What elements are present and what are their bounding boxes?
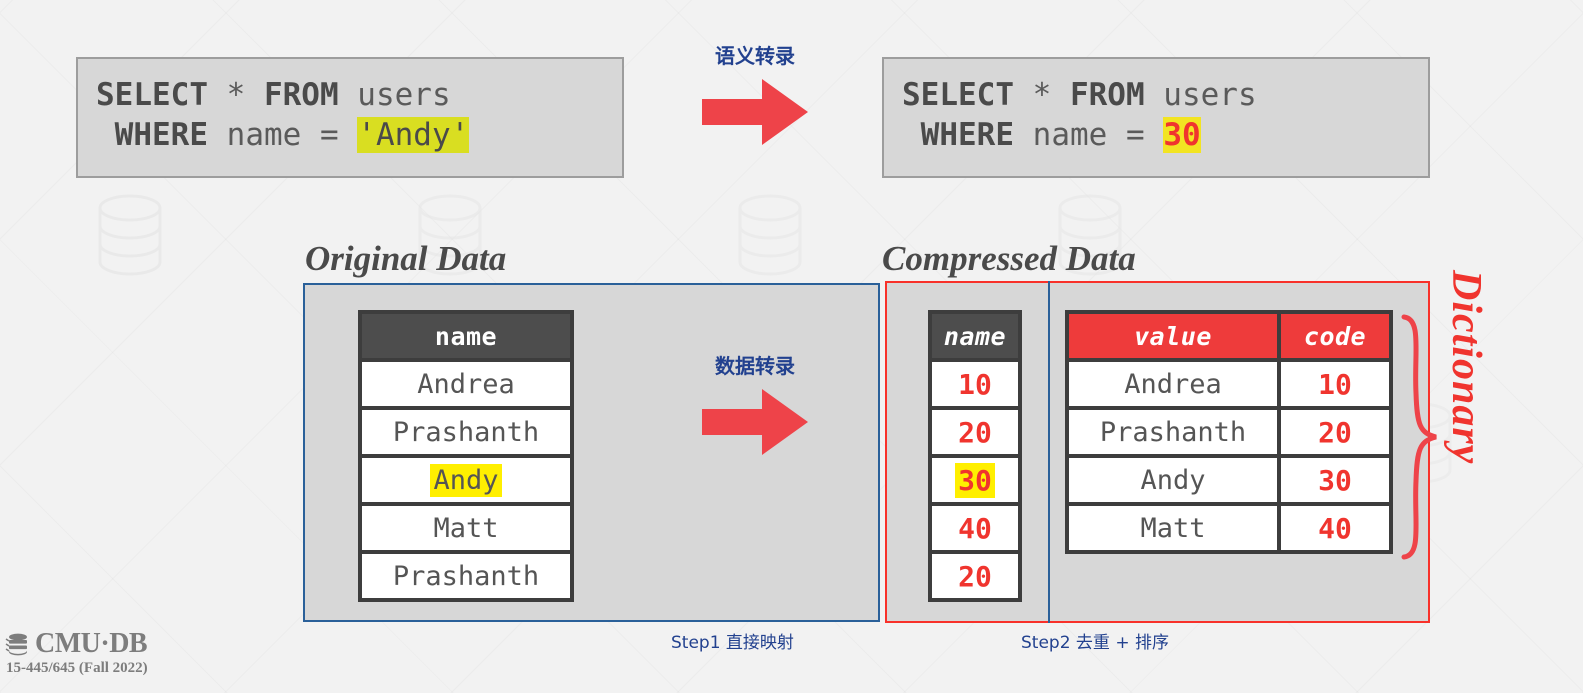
logo-wordmark: CMU·DB — [35, 628, 148, 659]
sql-keyword-select: SELECT — [96, 77, 208, 113]
cell-name-highlighted: Andy — [358, 454, 574, 506]
cell-code: 10 — [1277, 358, 1393, 410]
table-row: 20 — [928, 550, 1022, 602]
table-header-row: name — [928, 310, 1022, 362]
sql-indent — [96, 117, 115, 153]
compressed-codes-table: name 10 20 30 40 20 — [928, 310, 1022, 602]
cell-code-highlighted: 30 — [928, 454, 1022, 506]
semantic-transcription-arrow-group: 语义转录 — [700, 40, 810, 147]
right-arrow-icon — [700, 77, 810, 147]
cell-code: 10 — [928, 358, 1022, 410]
dictionary-table: value code Andrea 10 Prashanth 20 Andy 3… — [1065, 310, 1393, 554]
table-row: 20 — [928, 406, 1022, 458]
sql-keyword-select: SELECT — [902, 77, 1014, 113]
highlighted-value: Andy — [430, 463, 502, 497]
table-row: 10 — [928, 358, 1022, 410]
column-header-code: code — [1277, 310, 1393, 362]
cell-code: 20 — [928, 550, 1022, 602]
table-row: Matt — [358, 502, 574, 554]
column-header-name: name — [358, 310, 574, 362]
table-row: Prashanth — [358, 550, 574, 602]
sql-keyword-from: FROM — [1069, 77, 1145, 113]
cell-code: 20 — [1277, 406, 1393, 458]
table-row: Andy — [358, 454, 574, 506]
highlighted-value: 30 — [955, 462, 995, 498]
table-row: Andrea 10 — [1065, 358, 1393, 410]
compressed-data-title: Compressed Data — [882, 239, 1136, 278]
table-row: Matt 40 — [1065, 502, 1393, 554]
table-row: Andy 30 — [1065, 454, 1393, 506]
dictionary-brace-icon — [1396, 313, 1440, 561]
cell-value: Matt — [1065, 502, 1281, 554]
sql-star: * — [1013, 77, 1070, 113]
data-transcription-arrow-group: 数据转录 — [700, 350, 810, 457]
sql-keyword-from: FROM — [263, 77, 339, 113]
table-row: Prashanth 20 — [1065, 406, 1393, 458]
cell-code: 30 — [1277, 454, 1393, 506]
sql-star: * — [207, 77, 264, 113]
slide-canvas: SELECT * FROM users WHERE name = 'Andy' … — [0, 0, 1583, 693]
column-header-value: value — [1065, 310, 1281, 362]
sql-keyword-where: WHERE — [114, 117, 208, 153]
watermark-database-icon — [90, 192, 170, 278]
cell-code: 20 — [928, 406, 1022, 458]
right-arrow-icon — [700, 387, 810, 457]
cell-code: 40 — [1277, 502, 1393, 554]
cell-code: 40 — [928, 502, 1022, 554]
sql-table-name: users — [1144, 77, 1257, 113]
cell-name: Matt — [358, 502, 574, 554]
table-row: Prashanth — [358, 406, 574, 458]
step1-label: Step1 直接映射 — [671, 633, 794, 653]
semantic-transcription-label: 语义转录 — [715, 44, 795, 68]
table-row: 40 — [928, 502, 1022, 554]
original-data-title: Original Data — [305, 239, 507, 278]
cell-value: Andy — [1065, 454, 1281, 506]
sql-literal-highlight: 30 — [1163, 117, 1201, 153]
sql-keyword-where: WHERE — [920, 117, 1014, 153]
sql-predicate-column: name = — [1014, 117, 1164, 153]
sql-indent — [902, 117, 921, 153]
sql-predicate-column: name = — [208, 117, 358, 153]
sql-table-name: users — [338, 77, 451, 113]
cell-value: Andrea — [1065, 358, 1281, 410]
original-data-table: name Andrea Prashanth Andy Matt Prashant… — [358, 310, 574, 602]
column-header-name: name — [928, 310, 1022, 362]
cell-name: Andrea — [358, 358, 574, 410]
data-transcription-label: 数据转录 — [715, 354, 795, 378]
cell-name: Prashanth — [358, 550, 574, 602]
database-icon — [5, 632, 31, 656]
dictionary-label: Dictionary — [1443, 270, 1489, 465]
course-label: 15-445/645 (Fall 2022) — [6, 660, 148, 676]
table-row: Andrea — [358, 358, 574, 410]
table-row: 30 — [928, 454, 1022, 506]
compressed-panel-divider — [1048, 281, 1050, 623]
sql-query-original: SELECT * FROM users WHERE name = 'Andy' — [76, 57, 624, 178]
table-header-row: name — [358, 310, 574, 362]
cell-name: Prashanth — [358, 406, 574, 458]
sql-query-compressed: SELECT * FROM users WHERE name = 30 — [882, 57, 1430, 178]
watermark-database-icon — [730, 192, 810, 278]
sql-literal-highlight: 'Andy' — [357, 117, 470, 153]
table-header-row: value code — [1065, 310, 1393, 362]
cell-value: Prashanth — [1065, 406, 1281, 458]
step2-label: Step2 去重 + 排序 — [1021, 633, 1169, 653]
cmu-db-logo: CMU·DB 15-445/645 (Fall 2022) — [5, 630, 148, 677]
